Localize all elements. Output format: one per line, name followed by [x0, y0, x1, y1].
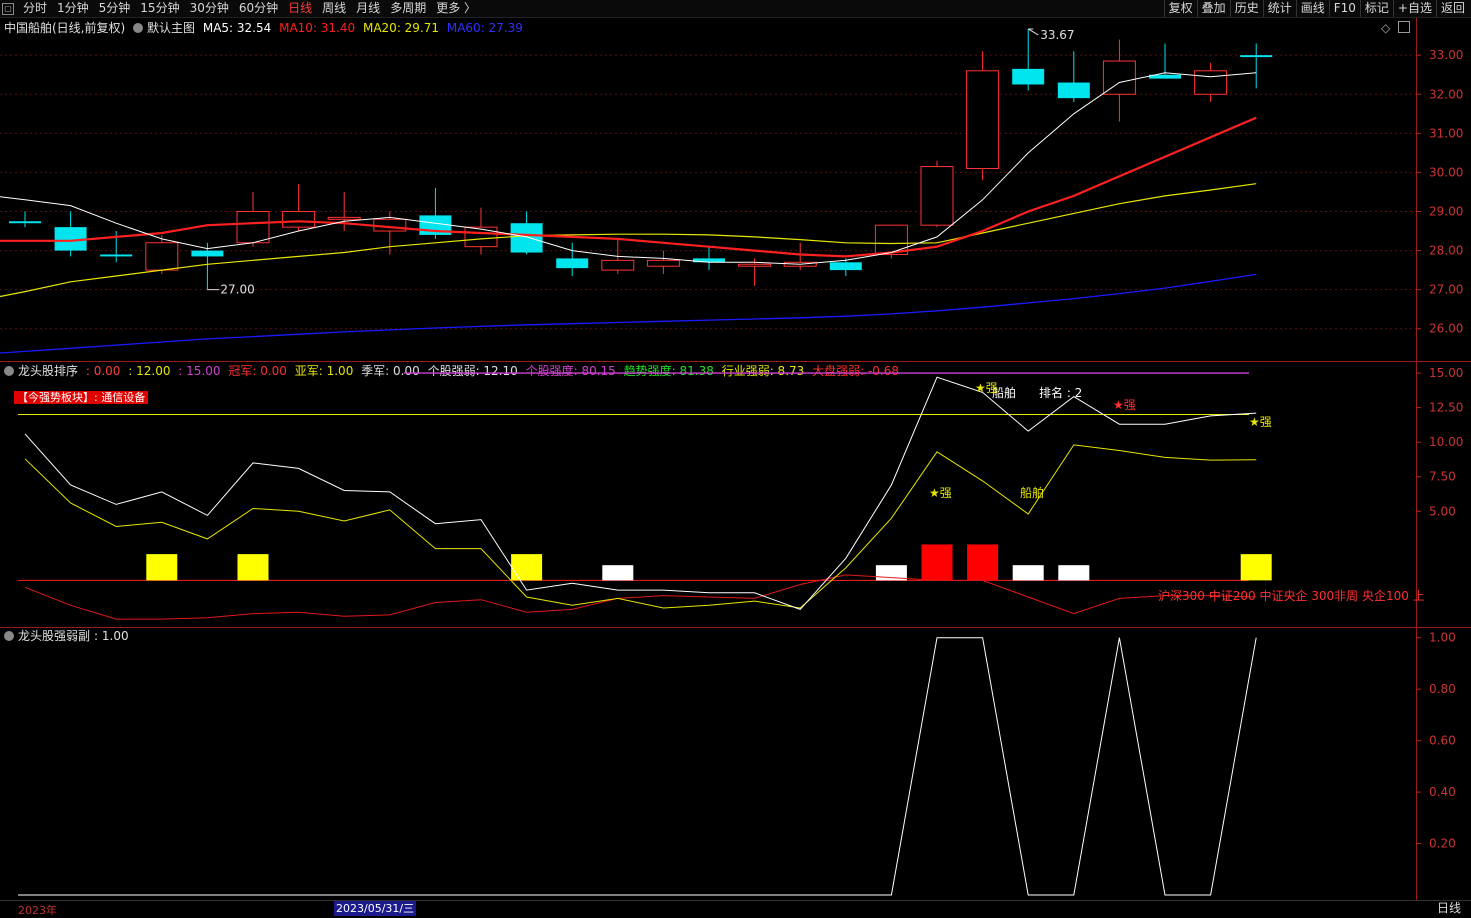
signal-bar: [146, 554, 178, 581]
candle-body: [100, 254, 133, 257]
candle-body: [966, 70, 1000, 170]
candle-body: [738, 263, 772, 267]
candle-body: [1102, 60, 1136, 95]
y-tick-label: 12.50: [1429, 401, 1463, 415]
high-price-label: 33.67: [1040, 28, 1074, 42]
y-tick-label: 7.50: [1429, 470, 1456, 484]
cursor-date: 2023/05/31/三: [334, 901, 417, 916]
low-price-label: 27.00: [220, 283, 254, 297]
main-options-icon[interactable]: ◇: [1381, 21, 1390, 35]
strength-signal-line: [18, 637, 1257, 896]
y-tick-label: 30.00: [1429, 165, 1463, 179]
y-tick-label: 26.00: [1429, 322, 1463, 336]
candle-body: [601, 259, 635, 271]
y-tick-label: 29.00: [1429, 204, 1463, 218]
signal-bar: [602, 565, 634, 581]
candle-body: [510, 223, 543, 253]
index-scroll-text: 沪深300 中证200 中证央企 300非周 央企100 上: [1158, 588, 1425, 603]
signal-bar: [1012, 565, 1044, 581]
candle-body: [556, 258, 589, 269]
y-tick-label: 10.00: [1429, 435, 1463, 449]
y-tick-label: 0.40: [1429, 785, 1456, 799]
ship-label-yellow: 船舶: [1020, 485, 1044, 500]
candle-body: [9, 221, 41, 224]
signal-bar: [1240, 554, 1272, 581]
candle-body: [236, 210, 270, 244]
candle-body: [646, 259, 680, 267]
candle-body: [1057, 82, 1090, 99]
y-tick-label: 28.00: [1429, 244, 1463, 258]
red-strength-line: [24, 574, 1257, 620]
y-tick-label: 31.00: [1429, 126, 1463, 140]
y-tick-label: 1.00: [1429, 631, 1456, 645]
candle-body: [145, 242, 179, 271]
candle-body: [829, 262, 862, 271]
y-tick-label: 0.20: [1429, 837, 1456, 851]
candle-body: [282, 210, 316, 228]
y-tick-label: 5.00: [1429, 504, 1456, 518]
chart-canvas[interactable]: 33.00 32.00 31.00 30.00 29.00 28.00 27.00 26.00…: [0, 0, 1471, 900]
main-corner-icon[interactable]: [1398, 21, 1410, 33]
signal-bar: [511, 554, 543, 581]
candle-body: [191, 250, 224, 257]
y-tick-label: 0.60: [1429, 734, 1456, 748]
period-label[interactable]: 日线: [1437, 901, 1461, 916]
strong-star-label: ★强: [929, 486, 952, 500]
ma60-line: [0, 273, 1257, 354]
yellow-strength-line: [24, 444, 1257, 609]
strong-star-label: ★强: [975, 381, 998, 395]
y-tick-label: 0.80: [1429, 682, 1456, 696]
candle-body: [1194, 70, 1228, 95]
time-axis-bar: 2023年 2023/05/31/三 日线: [0, 900, 1471, 917]
y-tick-label: 32.00: [1429, 87, 1463, 101]
candle-body: [1240, 55, 1273, 58]
signal-bar: [1058, 565, 1090, 581]
strong-star-label: ★强: [1113, 398, 1136, 412]
signal-bar: [237, 554, 269, 581]
high-arrow: [1027, 28, 1039, 36]
y-tick-label: 27.00: [1429, 283, 1463, 297]
y-tick-label: 15.00: [1429, 366, 1463, 380]
ma5-line: [0, 72, 1257, 265]
candle-body: [327, 216, 361, 220]
strong-star-label: ★强: [1249, 415, 1272, 429]
y-tick-label: 33.00: [1429, 48, 1463, 62]
candle-body: [464, 226, 498, 248]
candle-body: [920, 166, 954, 226]
ma10-line: [0, 116, 1257, 258]
signal-bar: [967, 544, 999, 581]
signal-bar: [921, 544, 953, 581]
rank-label: 排名 : 2: [1039, 385, 1082, 400]
candle-body: [1012, 68, 1045, 85]
